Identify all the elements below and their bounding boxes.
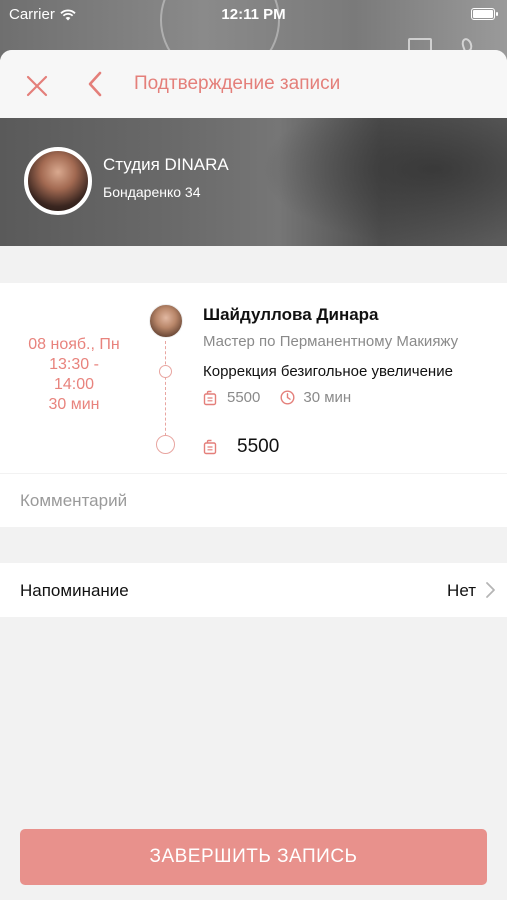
comment-input[interactable]: [0, 474, 507, 527]
timeline-service-dot: [159, 365, 172, 378]
status-bar: Carrier 12:11 PM: [0, 0, 507, 30]
close-icon: [26, 75, 48, 97]
studio-header: Студия DINARA Бондаренко 34: [0, 118, 507, 246]
service-name: Коррекция безигольное увеличение: [203, 363, 453, 380]
price-tag-icon: [203, 390, 217, 406]
studio-avatar: [24, 147, 92, 215]
master-name: Шайдуллова Динара: [203, 305, 379, 324]
timeline-total-dot: [156, 435, 175, 454]
appointment-duration: 30 мин: [48, 396, 100, 413]
master-avatar: [149, 304, 183, 338]
total-row: 5500: [203, 436, 279, 458]
header-background-shade: [260, 118, 507, 246]
comment-field[interactable]: [0, 474, 507, 527]
appointment-time-to: 14:00: [53, 376, 95, 393]
service-price: 5500: [227, 389, 261, 406]
appointment-card: 08 нояб., Пн 13:30 - 14:00 30 мин Шайдул…: [0, 283, 507, 473]
timeline-line: [165, 341, 166, 441]
back-button[interactable]: [84, 69, 108, 99]
total-price-icon: [203, 439, 217, 455]
complete-booking-button[interactable]: ЗАВЕРШИТЬ ЗАПИСЬ: [20, 829, 487, 885]
appointment-date: 08 нояб., Пн: [28, 336, 120, 353]
clock-icon: [280, 390, 295, 405]
page-title: Подтверждение записи: [134, 73, 341, 94]
booking-confirmation-sheet: Подтверждение записи Студия DINARA Бонда…: [0, 50, 507, 900]
reminder-row[interactable]: Напоминание Нет: [0, 563, 507, 617]
total-price: 5500: [237, 436, 280, 457]
service-meta: 5500 30 мин: [203, 389, 351, 406]
status-time: 12:11 PM: [221, 6, 286, 23]
master-role: Мастер по Перманентному Макияжу: [203, 333, 459, 350]
chevron-right-icon: [486, 582, 495, 598]
chevron-left-icon: [88, 71, 102, 97]
studio-address: Бондаренко 34: [103, 184, 201, 200]
studio-name: Студия DINARA: [103, 155, 229, 174]
battery-icon: [471, 8, 498, 20]
appointment-time-from: 13:30 -: [49, 356, 99, 373]
reminder-value: Нет: [447, 581, 476, 600]
reminder-label: Напоминание: [20, 581, 129, 600]
close-button[interactable]: [22, 71, 52, 101]
service-duration: 30 мин: [303, 389, 352, 406]
nav-bar: Подтверждение записи: [0, 50, 507, 118]
appointment-datetime: 08 нояб., Пн 13:30 - 14:00 30 мин: [14, 335, 134, 415]
